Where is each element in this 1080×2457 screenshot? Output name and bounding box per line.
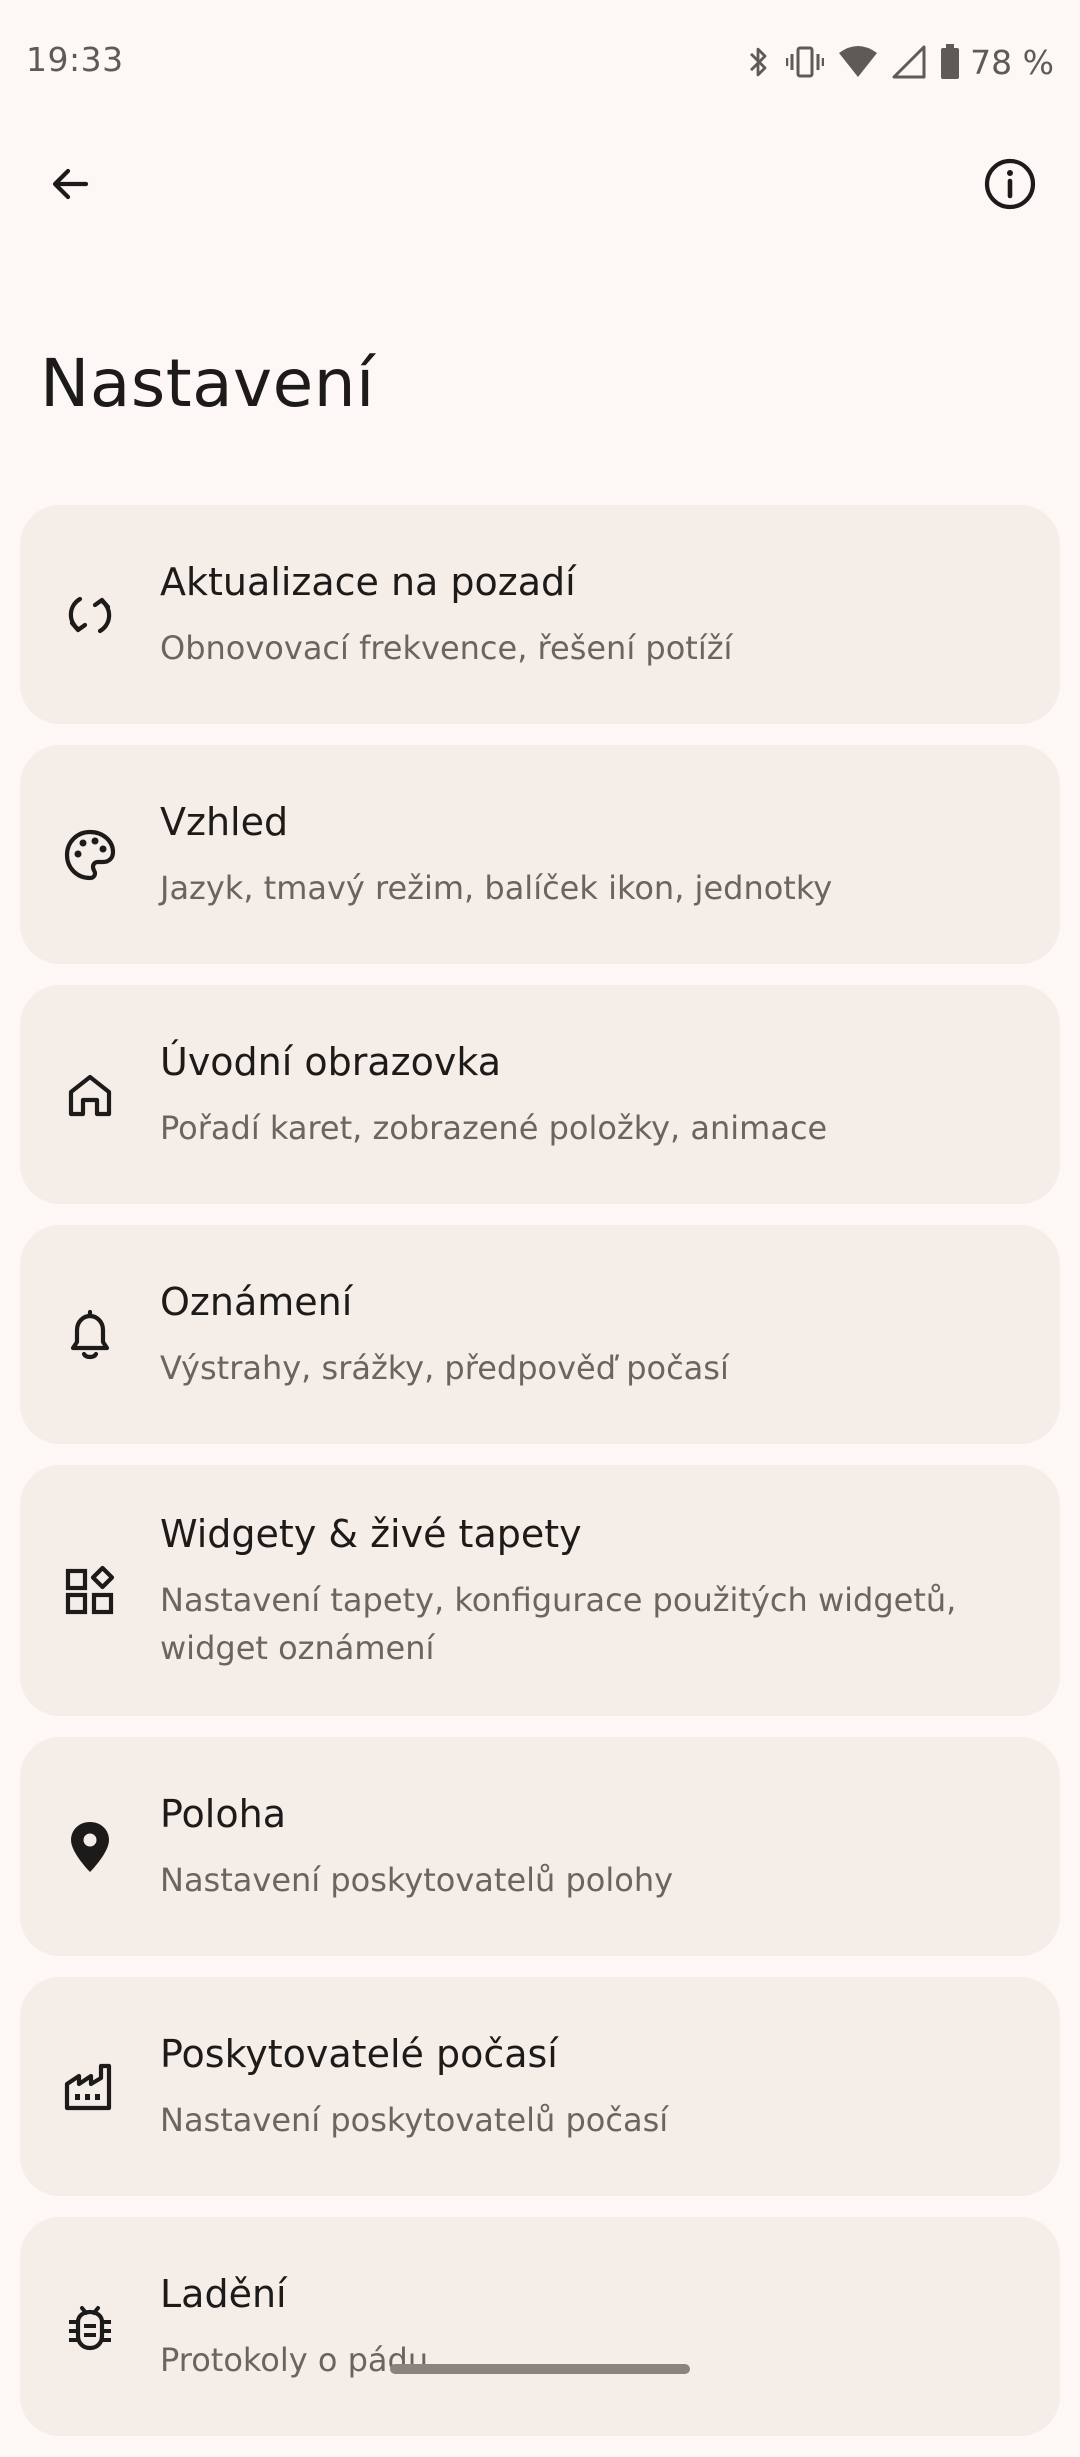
settings-item-title: Aktualizace na pozadí <box>160 559 576 604</box>
page-title: Nastavení <box>40 345 375 422</box>
settings-item-home-screen[interactable]: Úvodní obrazovka Pořadí karet, zobrazené… <box>20 985 1060 1204</box>
status-time: 19:33 <box>26 40 124 79</box>
factory-icon <box>60 2057 120 2117</box>
arrow-back-icon <box>52 168 89 200</box>
settings-item-subtitle: Nastavení poskytovatelů počasí <box>160 2100 669 2139</box>
settings-item-appearance[interactable]: Vzhled Jazyk, tmavý režim, balíček ikon,… <box>20 745 1060 964</box>
settings-item-notifications[interactable]: Oznámení Výstrahy, srážky, předpověď poč… <box>20 1225 1060 1444</box>
battery-percentage: 78 % <box>970 42 1054 82</box>
status-bar: 19:33 78 % <box>0 0 1080 126</box>
bluetooth-icon <box>750 47 767 77</box>
settings-item-widgets[interactable]: Widgety & živé tapety Nastavení tapety, … <box>20 1465 1060 1716</box>
settings-item-subtitle: Obnovovací frekvence, řešení potíží <box>160 628 733 667</box>
settings-item-title: Oznámení <box>160 1279 353 1324</box>
battery-icon <box>941 44 960 79</box>
settings-item-title: Úvodní obrazovka <box>160 1039 501 1084</box>
location-pin-icon <box>60 1817 120 1877</box>
settings-item-subtitle: Jazyk, tmavý režim, balíček ikon, jednot… <box>160 868 833 907</box>
settings-item-location[interactable]: Poloha Nastavení poskytovatelů polohy <box>20 1737 1060 1956</box>
settings-item-title: Poloha <box>160 1791 286 1836</box>
settings-item-title: Poskytovatelé počasí <box>160 2031 558 2076</box>
info-button[interactable] <box>962 136 1058 232</box>
settings-item-subtitle: Protokoly o pádu <box>160 2340 429 2379</box>
settings-item-debugging[interactable]: Ladění Protokoly o pádu <box>20 2217 1060 2436</box>
widgets-icon <box>60 1561 120 1621</box>
wifi-icon <box>839 46 878 77</box>
settings-item-title: Ladění <box>160 2271 287 2316</box>
sync-icon <box>60 585 120 645</box>
palette-icon <box>60 825 120 885</box>
info-icon <box>984 158 1036 210</box>
settings-list: Aktualizace na pozadí Obnovovací frekven… <box>20 505 1060 2457</box>
gesture-navigation-bar[interactable] <box>390 2364 690 2374</box>
status-icons: 78 % <box>744 40 1054 84</box>
signal-icon <box>892 45 926 79</box>
settings-item-title: Widgety & živé tapety <box>160 1511 582 1556</box>
home-icon <box>60 1065 120 1125</box>
settings-item-subtitle: Výstrahy, srážky, předpověď počasí <box>160 1348 729 1387</box>
settings-item-subtitle: Pořadí karet, zobrazené položky, animace <box>160 1108 828 1147</box>
bug-icon <box>60 2297 120 2357</box>
back-button[interactable] <box>22 136 118 232</box>
settings-item-subtitle: Nastavení poskytovatelů polohy <box>160 1860 674 1899</box>
top-app-bar <box>0 126 1080 244</box>
vibrate-icon <box>786 46 825 78</box>
settings-item-subtitle: Nastavení tapety, konfigurace použitých … <box>160 1580 957 1667</box>
settings-item-background-updates[interactable]: Aktualizace na pozadí Obnovovací frekven… <box>20 505 1060 724</box>
settings-item-title: Vzhled <box>160 799 289 844</box>
bell-icon <box>60 1305 120 1365</box>
settings-item-weather-providers[interactable]: Poskytovatelé počasí Nastavení poskytova… <box>20 1977 1060 2196</box>
